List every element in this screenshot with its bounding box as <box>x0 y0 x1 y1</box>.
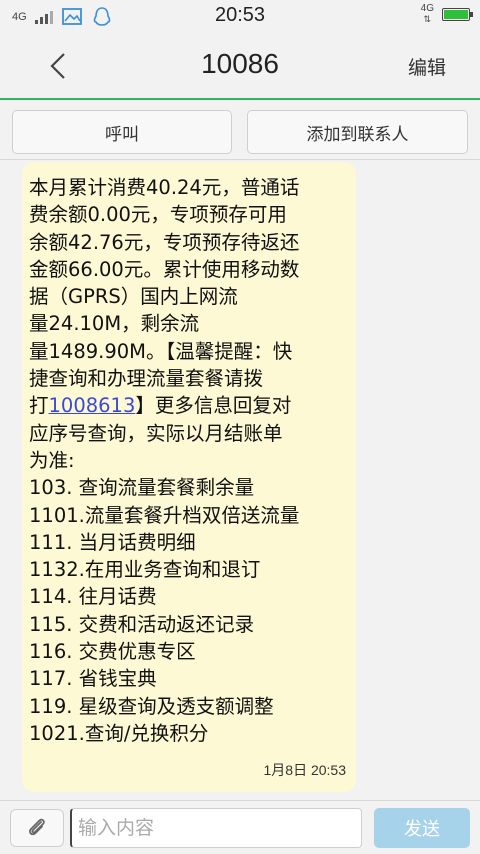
add-to-contacts-button[interactable]: 添加到联系人 <box>247 110 468 154</box>
status-right: 4G ⇅ <box>420 3 473 25</box>
send-button[interactable]: 发送 <box>374 808 470 848</box>
clock: 20:53 <box>214 4 266 26</box>
status-bar: 4G 20:53 4G ⇅ <box>0 0 480 34</box>
paperclip-icon <box>29 818 45 836</box>
data-network-icon: 4G ⇅ <box>420 3 434 25</box>
attach-button[interactable] <box>10 809 64 847</box>
message-timestamp: 1月8日 20:53 <box>263 762 347 778</box>
battery-icon <box>442 7 473 21</box>
message-text-part: 】更多信息回复对 应序号查询，实际以月结账单 为准: 103. 查询流量套餐剩余… <box>29 394 300 745</box>
compose-bar: 发送 <box>0 800 480 854</box>
message-body: 本月累计消费40.24元，普通话 费余额0.00元，专项预存可用 余额42.76… <box>29 174 350 747</box>
bubble-tail <box>34 170 48 180</box>
message-input[interactable] <box>70 808 362 848</box>
chevron-left-icon <box>50 53 65 79</box>
back-button[interactable] <box>38 46 78 86</box>
conversation-header: 10086 编辑 <box>0 34 480 100</box>
call-button[interactable]: 呼叫 <box>12 110 232 154</box>
contact-actions: 呼叫 添加到联系人 <box>0 102 480 160</box>
message-text-part: 本月累计消费40.24元，普通话 费余额0.00元，专项预存可用 余额42.76… <box>29 176 300 418</box>
received-message-bubble[interactable]: 本月累计消费40.24元，普通话 费余额0.00元，专项预存可用 余额42.76… <box>22 162 356 792</box>
message-list[interactable]: 本月累计消费40.24元，普通话 费余额0.00元，专项预存可用 余额42.76… <box>0 160 480 800</box>
edit-button[interactable]: 编辑 <box>408 53 446 80</box>
phone-number-link[interactable]: 1008613 <box>49 394 136 417</box>
